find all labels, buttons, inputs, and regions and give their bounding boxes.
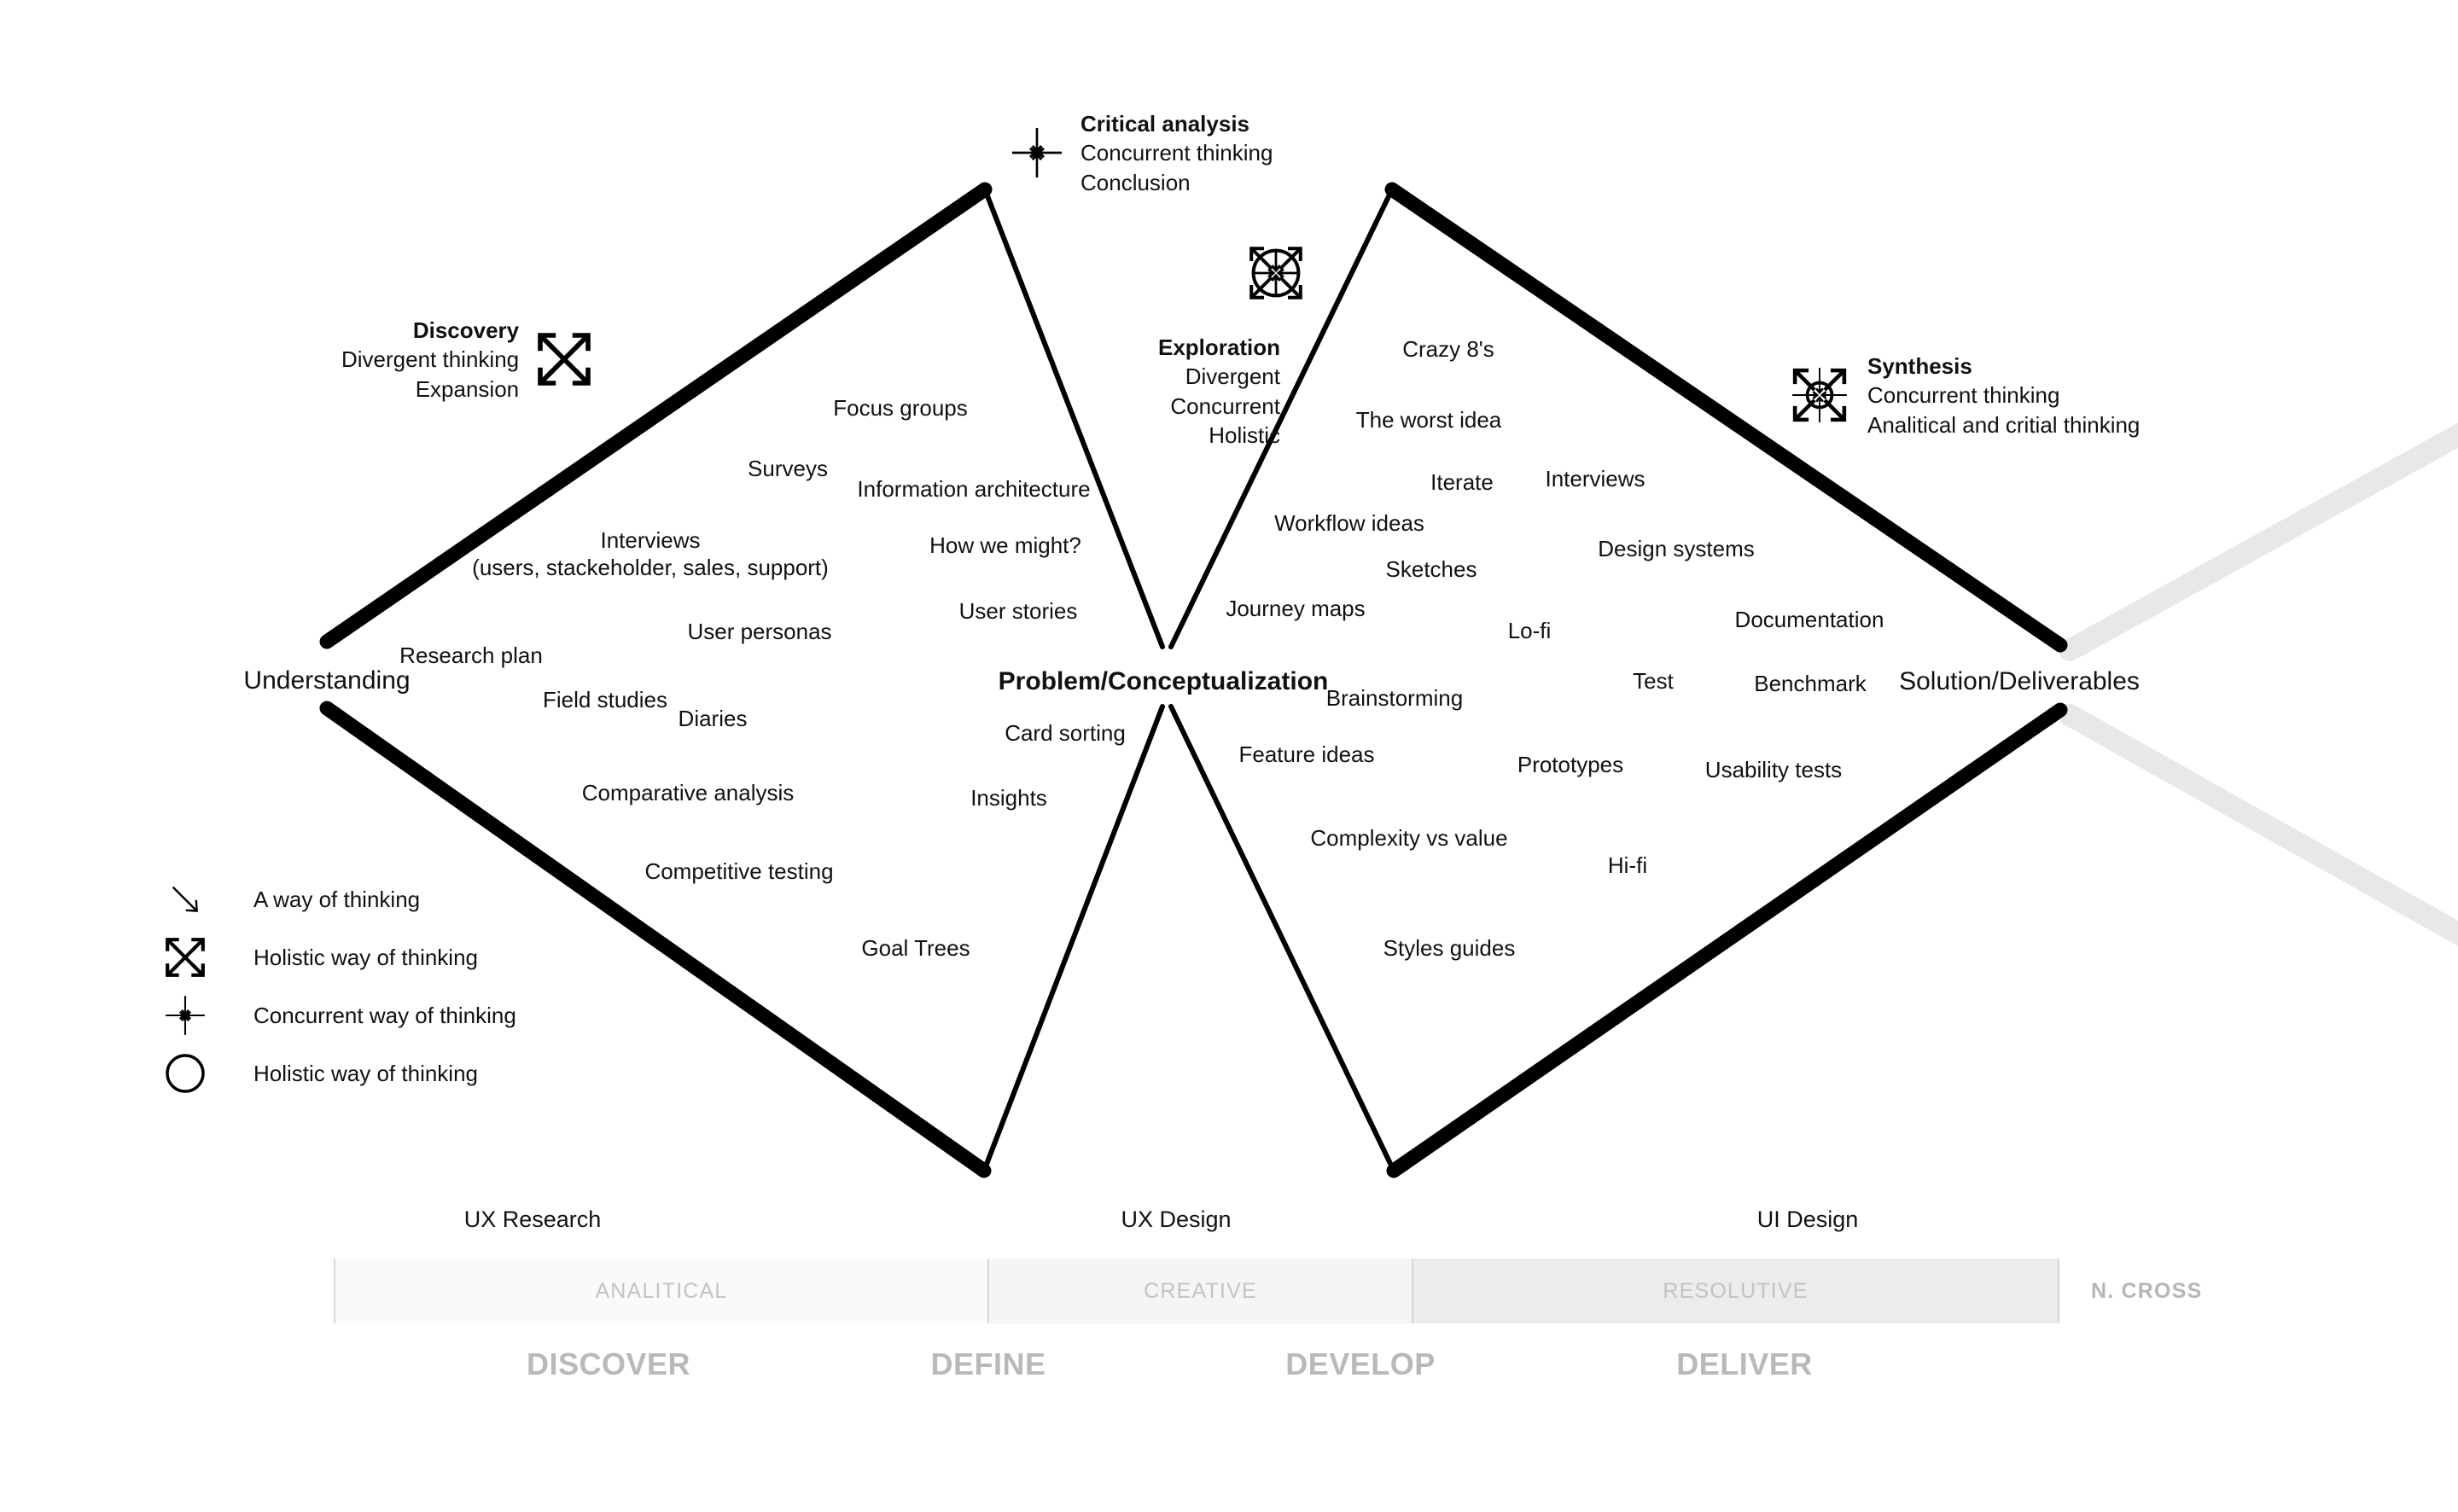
annotation-critical-analysis: Critical analysis Concurrent thinking Co… [1009, 109, 1273, 197]
vertex-label-solution: Solution/Deliverables [1899, 667, 2140, 695]
circle-icon [158, 1052, 213, 1095]
annotation-exploration-title: Exploration [1157, 334, 1280, 360]
phase-label-ux-research: UX Research [463, 1207, 602, 1232]
annotation-critical-analysis-text: Critical analysis Concurrent thinking Co… [1080, 109, 1273, 197]
term-label: Goal Trees [861, 934, 970, 961]
term-label: Interviews [600, 526, 701, 553]
annotation-exploration-text: Exploration Divergent Concurrent Holisti… [1110, 333, 1280, 450]
term-label: Lo-fi [1507, 617, 1552, 643]
term-label: Brainstorming [1325, 684, 1464, 711]
term-label: Information architecture [857, 475, 1091, 502]
term-label: (users, stackeholder, sales, support) [472, 554, 829, 580]
term-label: Complexity vs value [1310, 824, 1508, 851]
stage-label-define: DEFINE [930, 1346, 1046, 1381]
term-label: Hi-fi [1607, 852, 1648, 878]
term-label: Field studies [543, 686, 667, 712]
stage-label-discover: DISCOVER [526, 1346, 691, 1381]
term-label: Journey maps [1226, 595, 1366, 621]
term-label: Card sorting [1005, 719, 1126, 746]
annotation-synthesis-text: Synthesis Concurrent thinking Analitical… [1867, 352, 2140, 439]
band-attribution-n-cross: N. CROSS [2091, 1278, 2203, 1303]
annotation-critical-analysis-line-2: Conclusion [1080, 169, 1191, 195]
term-label: Test [1633, 667, 1674, 694]
legend-label: A way of thinking [253, 886, 421, 912]
annotation-exploration-line-1: Divergent [1185, 363, 1280, 390]
term-label: Comparative analysis [581, 779, 795, 805]
annotation-critical-analysis-line-1: Concurrent thinking [1080, 140, 1273, 166]
annotation-discovery: Discovery Divergent thinking Expansion [341, 316, 594, 404]
diagram-canvas: Understanding Problem/Conceptualization … [0, 0, 2458, 1512]
term-label: The worst idea [1355, 406, 1502, 433]
band-creative: CREATIVE [987, 1259, 1412, 1323]
annotation-synthesis-line-1: Concurrent thinking [1867, 382, 2060, 409]
term-label: User personas [687, 618, 832, 644]
term-label: Workflow ideas [1274, 509, 1424, 536]
term-label: Surveys [748, 455, 828, 481]
expand-converge-circle-icon [1787, 363, 1852, 427]
term-label: Design systems [1598, 535, 1755, 561]
term-label: Iterate [1430, 468, 1494, 495]
legend-item-holistic-way-of-thinking: Holistic way of thinking [158, 928, 516, 986]
annotation-discovery-text: Discovery Divergent thinking Expansion [341, 316, 519, 404]
term-label: Usability tests [1704, 756, 1843, 782]
diagonal-arrow-icon [158, 882, 213, 916]
legend-item-holistic-circle: Holistic way of thinking [158, 1044, 516, 1102]
band-analitical: ANALITICAL [334, 1259, 987, 1323]
annotation-discovery-line-1: Divergent thinking [341, 346, 520, 373]
legend-label: Holistic way of thinking [253, 944, 478, 970]
term-label: Insights [970, 784, 1047, 811]
annotation-exploration-line-2: Concurrent [1170, 393, 1280, 419]
converge-arrows-icon [158, 993, 213, 1038]
annotation-discovery-line-2: Expansion [415, 375, 520, 402]
term-label: Documentation [1734, 606, 1884, 632]
annotation-synthesis-line-2: Analitical and critial thinking [1867, 411, 2141, 438]
term-label: How we might? [929, 532, 1081, 558]
vertex-label-problem: Problem/Conceptualization [998, 667, 1329, 695]
legend: A way of thinking Holistic way of thinki… [158, 870, 516, 1102]
circle-expand-converge-icon [1242, 239, 1310, 307]
term-label: Crazy 8's [1402, 335, 1494, 362]
legend-item-concurrent-way-of-thinking: Concurrent way of thinking [158, 986, 516, 1044]
term-label: Sketches [1385, 555, 1477, 582]
phase-label-ui-design: UI Design [1756, 1207, 1859, 1232]
term-label: Focus groups [833, 394, 968, 421]
annotation-synthesis: Synthesis Concurrent thinking Analitical… [1787, 352, 2140, 439]
vertex-label-understanding: Understanding [243, 666, 411, 695]
term-label: Styles guides [1383, 934, 1516, 961]
legend-item-a-way-of-thinking: A way of thinking [158, 870, 516, 928]
phase-label-ux-design: UX Design [1121, 1207, 1232, 1232]
annotation-critical-analysis-title: Critical analysis [1080, 111, 1249, 137]
mindset-band-bar: ANALITICAL CREATIVE RESOLUTIVE [334, 1259, 2059, 1323]
term-label: User stories [958, 597, 1078, 624]
stage-label-deliver: DELIVER [1676, 1346, 1813, 1381]
annotation-discovery-title: Discovery [412, 317, 520, 343]
annotation-synthesis-title: Synthesis [1867, 353, 1972, 379]
term-label: Diaries [678, 705, 748, 731]
band-resolutive: RESOLUTIVE [1412, 1259, 2059, 1323]
stage-label-develop: DEVELOP [1285, 1346, 1436, 1381]
expand-arrows-icon [158, 935, 213, 980]
legend-label: Concurrent way of thinking [253, 1002, 516, 1028]
term-label: Feature ideas [1238, 741, 1375, 767]
term-label: Research plan [399, 642, 543, 668]
legend-label: Holistic way of thinking [253, 1060, 478, 1086]
annotation-exploration-line-3: Holistic [1209, 422, 1280, 448]
annotation-exploration: Exploration Divergent Concurrent Holisti… [1110, 239, 1310, 450]
term-label: Competitive testing [644, 858, 834, 884]
term-label: Benchmark [1754, 670, 1867, 696]
term-label: Prototypes [1517, 751, 1624, 777]
term-label: Interviews [1545, 465, 1645, 491]
expand-arrows-icon [534, 329, 594, 389]
converge-arrows-icon [1009, 125, 1065, 181]
